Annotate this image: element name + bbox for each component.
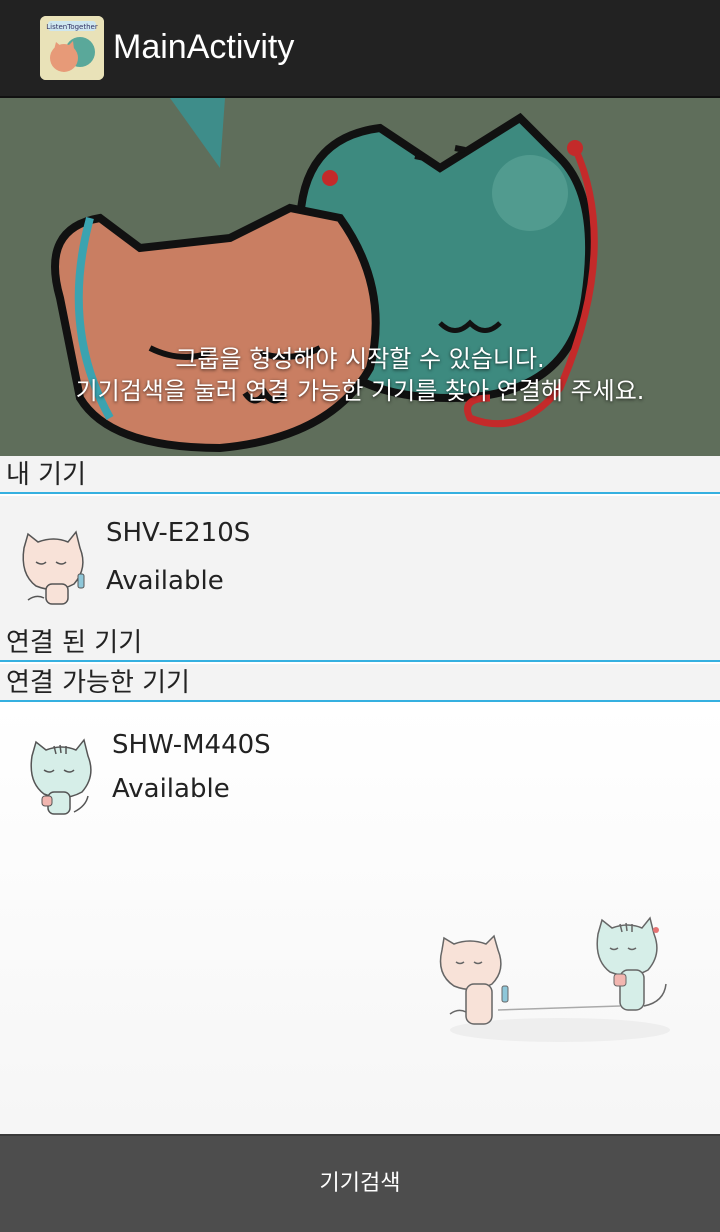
banner-message: 그룹을 형성해야 시작할 수 있습니다. 기기검색을 눌러 연결 가능한 기기를… xyxy=(0,343,720,407)
banner-line-2: 기기검색을 눌러 연결 가능한 기기를 찾아 연결해 주세요. xyxy=(75,377,645,405)
banner: 그룹을 형성해야 시작할 수 있습니다. 기기검색을 눌러 연결 가능한 기기를… xyxy=(0,98,720,456)
pink-cat-icon xyxy=(22,530,85,605)
svg-text:ListenTogether: ListenTogether xyxy=(46,23,98,31)
list-item[interactable]: SHW-M440S Available xyxy=(0,704,720,824)
available-device-status: Available xyxy=(112,774,230,804)
app-title: MainActivity xyxy=(113,28,295,66)
available-device-name: SHW-M440S xyxy=(112,730,271,760)
available-devices-area: SHW-M440S Available xyxy=(0,704,720,1134)
cats-string-phone-illustration xyxy=(439,916,670,1042)
listen-together-cats-icon[interactable]: ListenTogether xyxy=(40,16,104,80)
banner-line-1: 그룹을 형성해야 시작할 수 있습니다. xyxy=(175,345,545,373)
my-device-status: Available xyxy=(106,566,224,596)
my-device-name: SHV-E210S xyxy=(106,518,251,548)
my-device-row[interactable]: SHV-E210S Available xyxy=(0,496,720,624)
section-header-my-device: 내 기기 xyxy=(0,456,720,494)
action-bar: ListenTogether MainActivity xyxy=(0,0,720,98)
section-header-available: 연결 가능한 기기 xyxy=(0,664,720,702)
device-search-button[interactable]: 기기검색 xyxy=(0,1134,720,1232)
section-header-connected: 연결 된 기기 xyxy=(0,624,720,662)
mint-cat-icon xyxy=(30,738,92,815)
